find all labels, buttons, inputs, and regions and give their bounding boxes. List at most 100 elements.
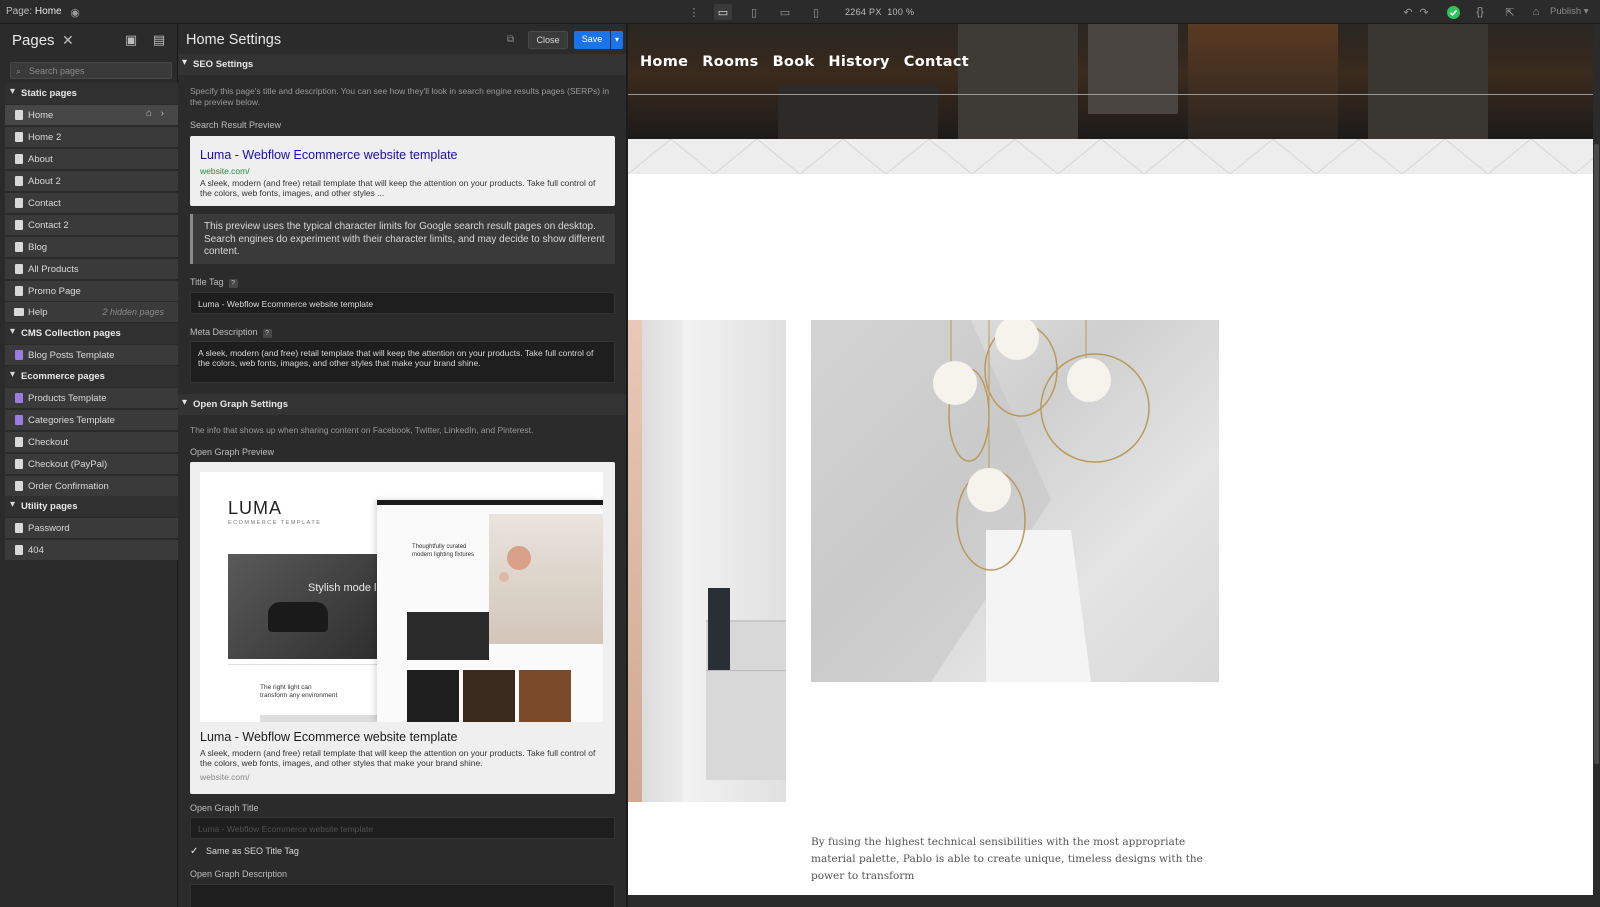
publish-button[interactable]: Publish ▾ xyxy=(1550,6,1589,17)
export-icon[interactable]: ⇱ xyxy=(1502,4,1518,20)
page-item-contact-2[interactable]: Contact 2 xyxy=(5,214,178,235)
seo-help-text: Specify this page's title and descriptio… xyxy=(190,86,610,107)
nav-book[interactable]: Book xyxy=(773,54,815,70)
tablet-breakpoint-icon[interactable]: ▯ xyxy=(746,4,762,20)
og-title-input[interactable]: Luma - Webflow Ecommerce website templat… xyxy=(190,817,615,839)
og-site-screenshot: Thoughtfully curated modern lighting fix… xyxy=(377,500,603,722)
nav-history[interactable]: History xyxy=(828,54,889,70)
page-item-checkout[interactable]: Checkout xyxy=(5,431,178,452)
body-paragraph: By fusing the highest technical sensibil… xyxy=(811,836,1203,882)
search-input[interactable]: ⌕ Search pages xyxy=(10,62,172,79)
save-options-chevron-icon[interactable]: ▾ xyxy=(611,31,623,49)
og-title: Luma - Webflow Ecommerce website templat… xyxy=(200,730,458,744)
design-canvas[interactable]: Home Rooms Book History Contact By fusin… xyxy=(628,24,1600,907)
page-item-order-confirmation[interactable]: Order Confirmation xyxy=(5,475,178,496)
page-item-all-products[interactable]: All Products xyxy=(5,258,178,279)
page-item-password[interactable]: Password xyxy=(5,517,178,538)
scrollbar-thumb[interactable] xyxy=(1594,144,1599,764)
page-item-blog[interactable]: Blog xyxy=(5,236,178,257)
page-item-categories-template[interactable]: Categories Template xyxy=(5,409,178,430)
undo-icon[interactable]: ↶ xyxy=(1400,4,1416,20)
pages-title: Pages xyxy=(12,32,55,49)
page-label: About 2 xyxy=(28,176,61,187)
page-label: Blog Posts Template xyxy=(28,350,115,361)
nav-contact[interactable]: Contact xyxy=(904,54,969,70)
mobile-portrait-icon[interactable]: ▯ xyxy=(808,4,824,20)
section-cms-pages[interactable]: CMS Collection pages xyxy=(5,323,178,344)
close-icon[interactable]: ✕ xyxy=(62,32,74,49)
hero-banner: Home Rooms Book History Contact xyxy=(628,24,1593,139)
page-label: 404 xyxy=(28,545,44,556)
mobile-landscape-icon[interactable]: ▭ xyxy=(777,4,793,20)
section-static-pages[interactable]: Static pages xyxy=(5,83,178,104)
og-brand: LUMA xyxy=(228,498,283,518)
page-indicator[interactable]: Page: Home xyxy=(6,6,62,17)
page-item-about[interactable]: About xyxy=(5,148,178,169)
page-item-checkout-paypal-[interactable]: Checkout (PayPal) xyxy=(5,453,178,474)
page-label: Products Template xyxy=(28,393,107,404)
settings-header: Home Settings ⧉ Close Save ▾ xyxy=(178,24,626,56)
eye-icon[interactable]: ◉ xyxy=(67,4,83,20)
redo-icon[interactable]: ↷ xyxy=(1416,4,1432,20)
page-item-home[interactable]: Home ⌂ › xyxy=(5,104,178,125)
page-icon xyxy=(15,264,23,274)
page-label: Blog xyxy=(28,242,48,253)
page-label: Categories Template xyxy=(28,415,115,426)
add-folder-icon[interactable]: ▣ xyxy=(122,32,140,48)
page-item-404[interactable]: 404 xyxy=(5,539,178,560)
page-label: Home 2 xyxy=(28,132,62,143)
og-description: A sleek, modern (and free) retail templa… xyxy=(200,748,596,768)
og-title-label: Open Graph Title xyxy=(190,803,259,813)
canvas-scrollbar[interactable] xyxy=(1593,24,1600,907)
seo-settings-section[interactable]: SEO Settings xyxy=(178,54,626,75)
canvas-bottom-bar xyxy=(628,895,1600,907)
og-right-heading: Thoughtfully curated modern lighting fix… xyxy=(412,544,475,558)
folder-icon xyxy=(14,308,24,316)
title-tag-input[interactable]: Luma - Webflow Ecommerce website templat… xyxy=(190,292,615,314)
desktop-breakpoint-icon[interactable]: ▭ xyxy=(714,4,732,20)
section-ecommerce-pages[interactable]: Ecommerce pages xyxy=(5,366,178,387)
help-icon[interactable]: ? xyxy=(228,279,238,288)
serp-title: Luma - Webflow Ecommerce website templat… xyxy=(200,148,458,162)
page-item-about-2[interactable]: About 2 xyxy=(5,170,178,191)
pattern-strip xyxy=(628,139,1593,174)
more-icon[interactable]: ⋮ xyxy=(686,4,702,20)
page-label: Page: xyxy=(6,6,33,17)
status-check-icon xyxy=(1445,4,1461,20)
close-button[interactable]: Close xyxy=(528,31,568,49)
og-description-input[interactable] xyxy=(190,884,615,907)
page-label: Order Confirmation xyxy=(28,481,109,492)
checkmark-icon: ✓ xyxy=(190,846,199,857)
nav-rooms[interactable]: Rooms xyxy=(702,54,758,70)
page-icon xyxy=(15,523,23,533)
settings-title: Home Settings xyxy=(186,32,282,48)
chevron-right-icon[interactable]: › xyxy=(161,108,164,119)
meta-description-input[interactable]: A sleek, modern (and free) retail templa… xyxy=(190,341,615,383)
page-item-products-template[interactable]: Products Template xyxy=(5,387,178,408)
publish-icon[interactable]: ⌂ xyxy=(1528,4,1544,20)
nav-home[interactable]: Home xyxy=(640,54,688,70)
page-icon xyxy=(15,176,23,186)
og-preview-image: LUMA ECOMMERCE TEMPLATE Stylish mode lig… xyxy=(200,472,603,722)
template-page-icon xyxy=(15,350,23,360)
save-button[interactable]: Save xyxy=(574,31,610,49)
page-item-contact[interactable]: Contact xyxy=(5,192,178,213)
copy-icon[interactable]: ⧉ xyxy=(507,34,514,45)
page-label: Password xyxy=(28,523,70,534)
page-item-promo-page[interactable]: Promo Page xyxy=(5,280,178,301)
code-icon[interactable]: {} xyxy=(1472,4,1488,20)
open-graph-section[interactable]: Open Graph Settings xyxy=(178,394,626,415)
add-page-icon[interactable]: ▤ xyxy=(150,32,168,48)
page-item-home-2[interactable]: Home 2 xyxy=(5,126,178,147)
page-icon xyxy=(15,220,23,230)
folder-help[interactable]: Help 2 hidden pages xyxy=(5,301,178,322)
same-as-seo-checkbox[interactable]: ✓ Same as SEO Title Tag xyxy=(190,846,299,857)
page-label: Contact xyxy=(28,198,61,209)
canvas-size-readout: 2264 PX 100 % xyxy=(845,7,915,17)
help-icon[interactable]: ? xyxy=(262,329,272,338)
og-bottom-text: The right light can transform any enviro… xyxy=(260,684,338,699)
section-utility-pages[interactable]: Utility pages xyxy=(5,496,178,517)
pages-header: Pages ✕ ▣ ▤ xyxy=(0,24,177,56)
page-item-blog-posts-template[interactable]: Blog Posts Template xyxy=(5,344,178,365)
pages-panel: Pages ✕ ▣ ▤ ⌕ Search pages Static pages … xyxy=(0,24,178,907)
